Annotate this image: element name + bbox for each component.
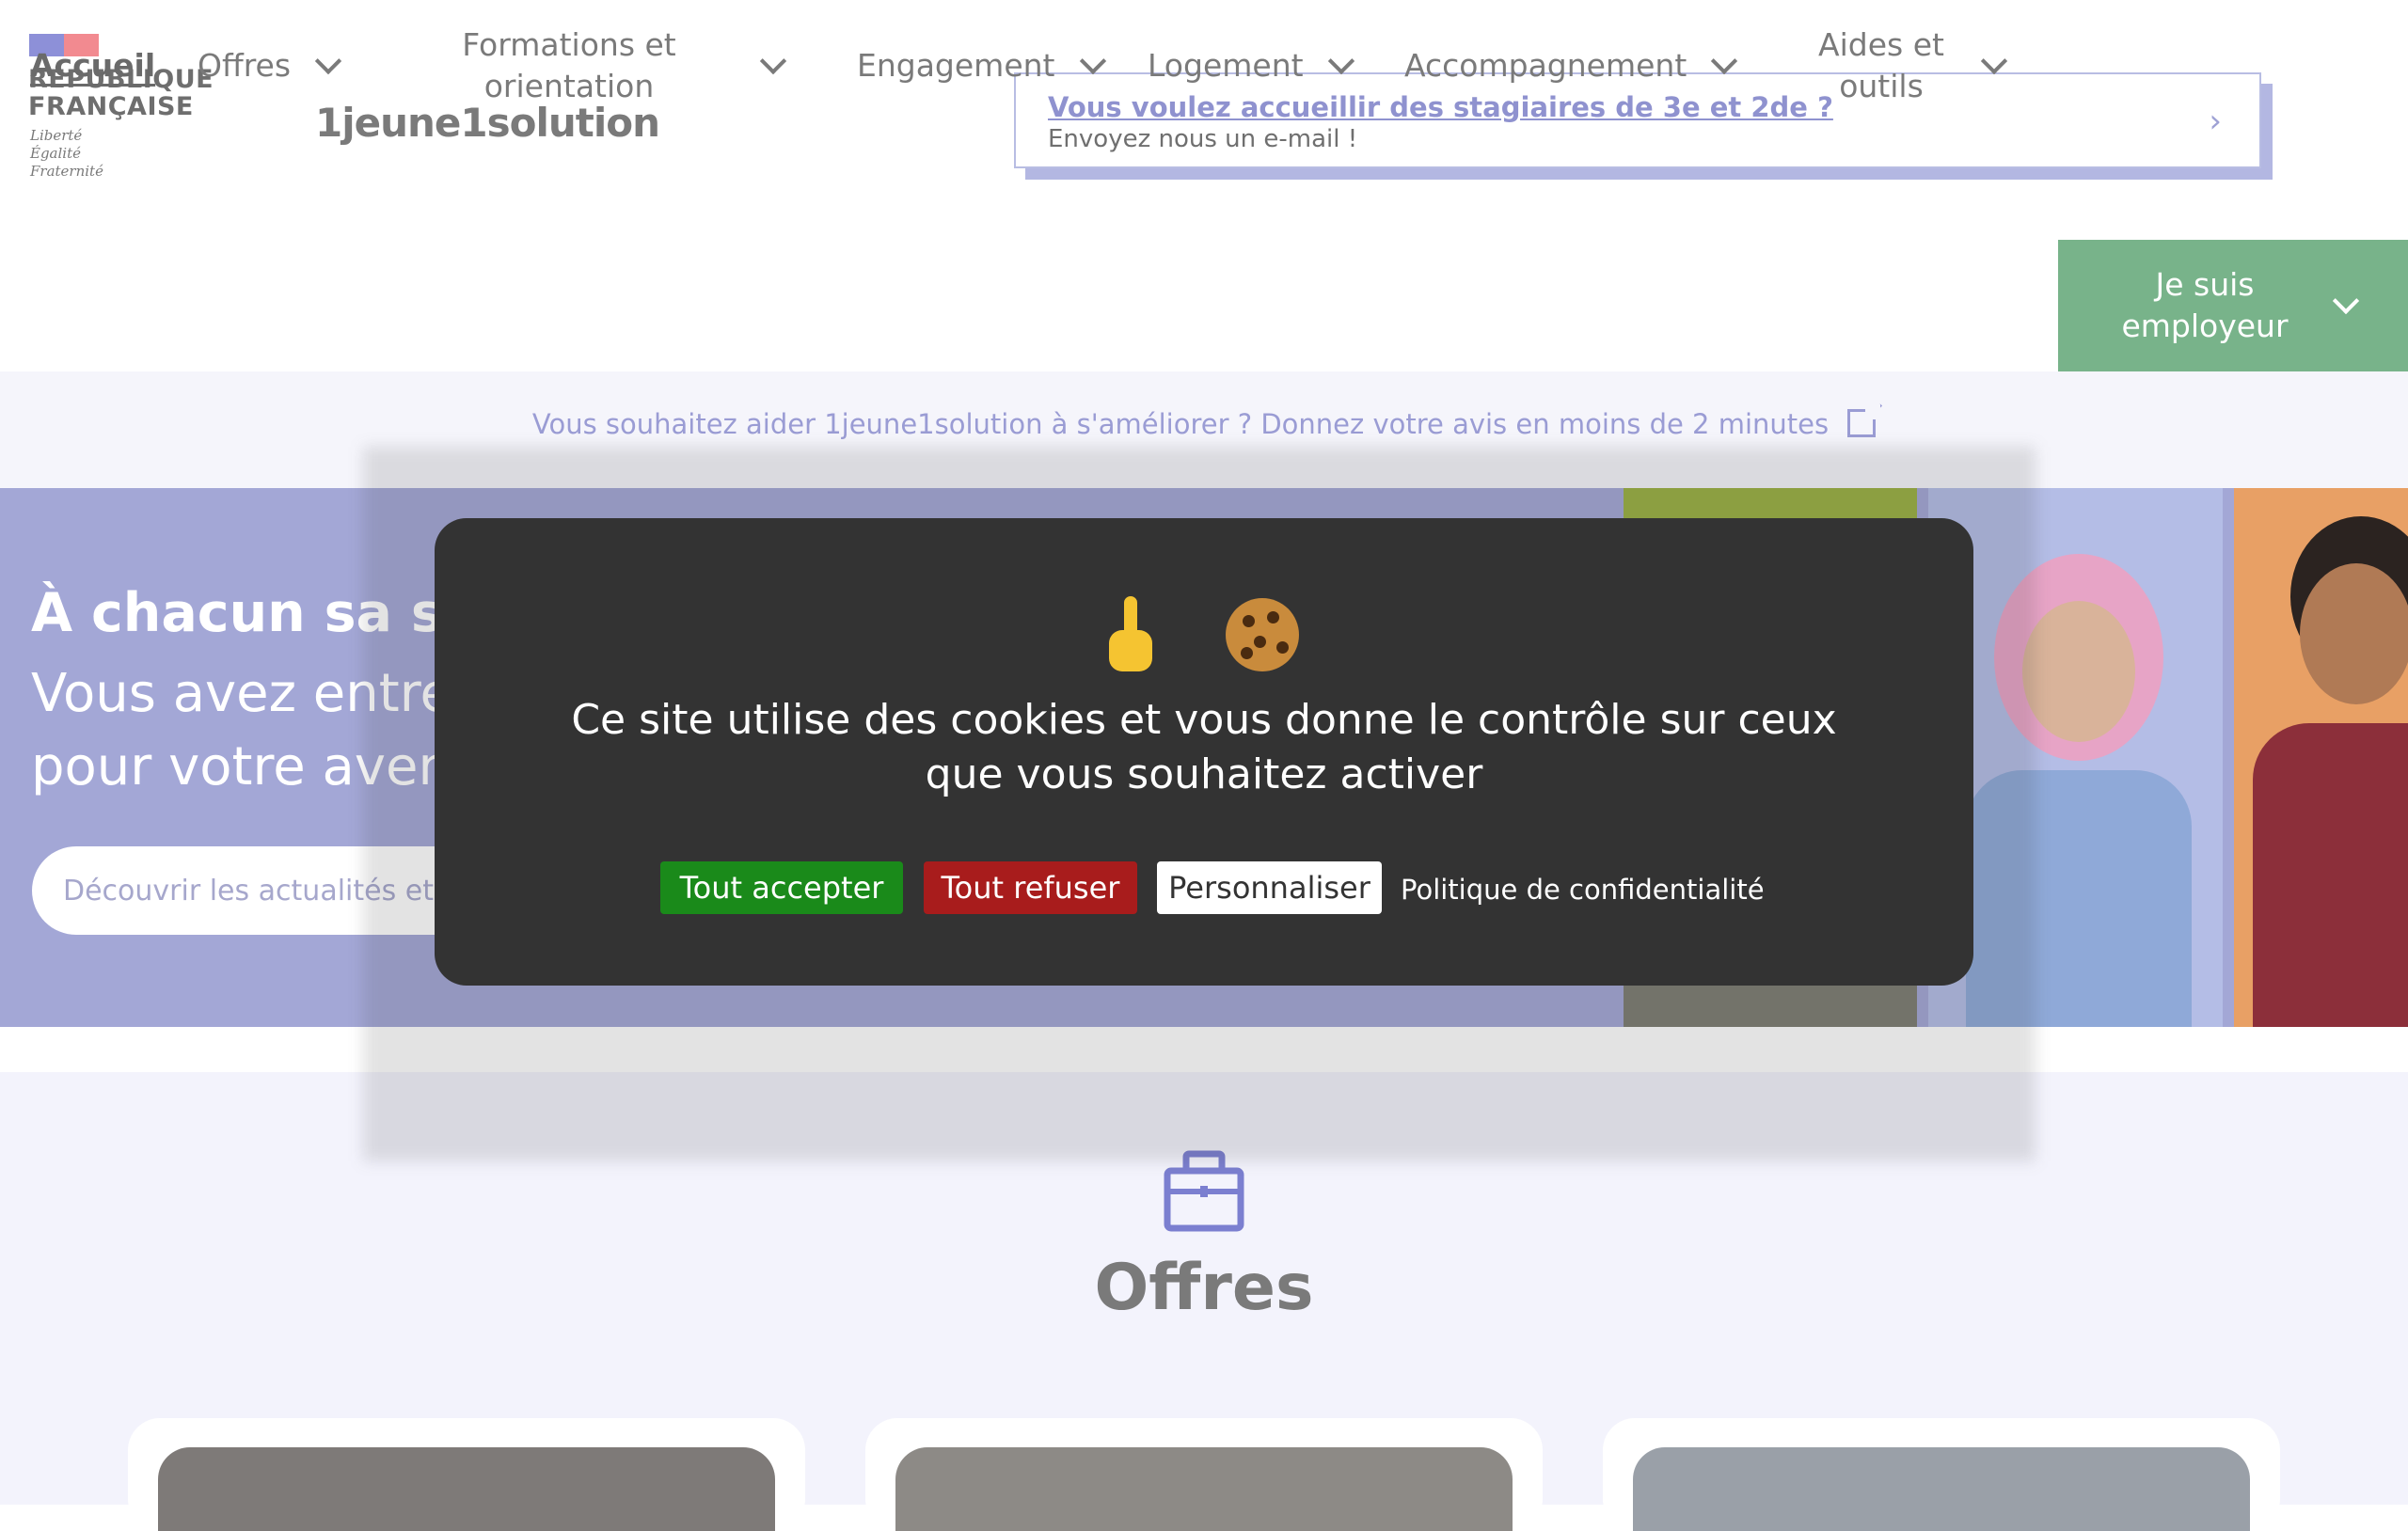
nav-item-aides-outils[interactable]: Aides et outils xyxy=(1806,0,2008,132)
refuse-all-button[interactable]: Tout refuser xyxy=(924,861,1137,914)
chevron-down-icon xyxy=(314,47,342,75)
chevron-down-icon xyxy=(2332,287,2360,315)
nav-item-je-suis-employeur[interactable]: Je suis employeur xyxy=(2058,240,2408,371)
chevron-down-icon xyxy=(1327,47,1354,75)
cookie-consent-modal: Ce site utilise des cookies et vous donn… xyxy=(435,518,1973,986)
nav-item-offres[interactable]: Offres xyxy=(198,0,342,132)
chevron-down-icon xyxy=(1079,47,1106,75)
nav-item-engagement[interactable]: Engagement xyxy=(857,0,1106,132)
cookie-icon xyxy=(1225,598,1299,671)
pointing-hand-icon xyxy=(1109,596,1153,671)
feedback-link[interactable]: Vous souhaitez aider 1jeune1solution à s… xyxy=(0,404,2408,440)
cookie-emoji-row xyxy=(435,596,1973,687)
nav-item-accueil[interactable]: Accueil xyxy=(30,0,155,132)
offer-card[interactable] xyxy=(1603,1418,2280,1531)
offer-card[interactable] xyxy=(128,1418,805,1531)
external-link-icon xyxy=(1847,404,1881,437)
nav-item-formations[interactable]: Formations et orientation xyxy=(442,0,787,132)
main-navigation xyxy=(0,240,2408,371)
nav-item-accompagnement[interactable]: Accompagnement xyxy=(1404,0,1738,132)
chevron-right-icon: › xyxy=(2209,103,2222,140)
briefcase-icon xyxy=(1164,1150,1244,1232)
chevron-down-icon xyxy=(1980,47,2008,75)
chevron-down-icon xyxy=(1711,47,1738,75)
customize-button[interactable]: Personnaliser xyxy=(1157,861,1382,914)
republique-motto: Liberté Égalité Fraternité xyxy=(30,127,103,180)
cookie-message: Ce site utilise des cookies et vous donn… xyxy=(571,696,1837,798)
hero-photo-3 xyxy=(2234,488,2408,1027)
accept-all-button[interactable]: Tout accepter xyxy=(660,861,903,914)
chevron-down-icon xyxy=(759,47,787,75)
offer-card[interactable] xyxy=(865,1418,1543,1531)
offers-title: Offres xyxy=(1094,1251,1314,1325)
nav-item-logement[interactable]: Logement xyxy=(1148,0,1354,132)
privacy-policy-link[interactable]: Politique de confidentialité xyxy=(1401,874,1765,906)
